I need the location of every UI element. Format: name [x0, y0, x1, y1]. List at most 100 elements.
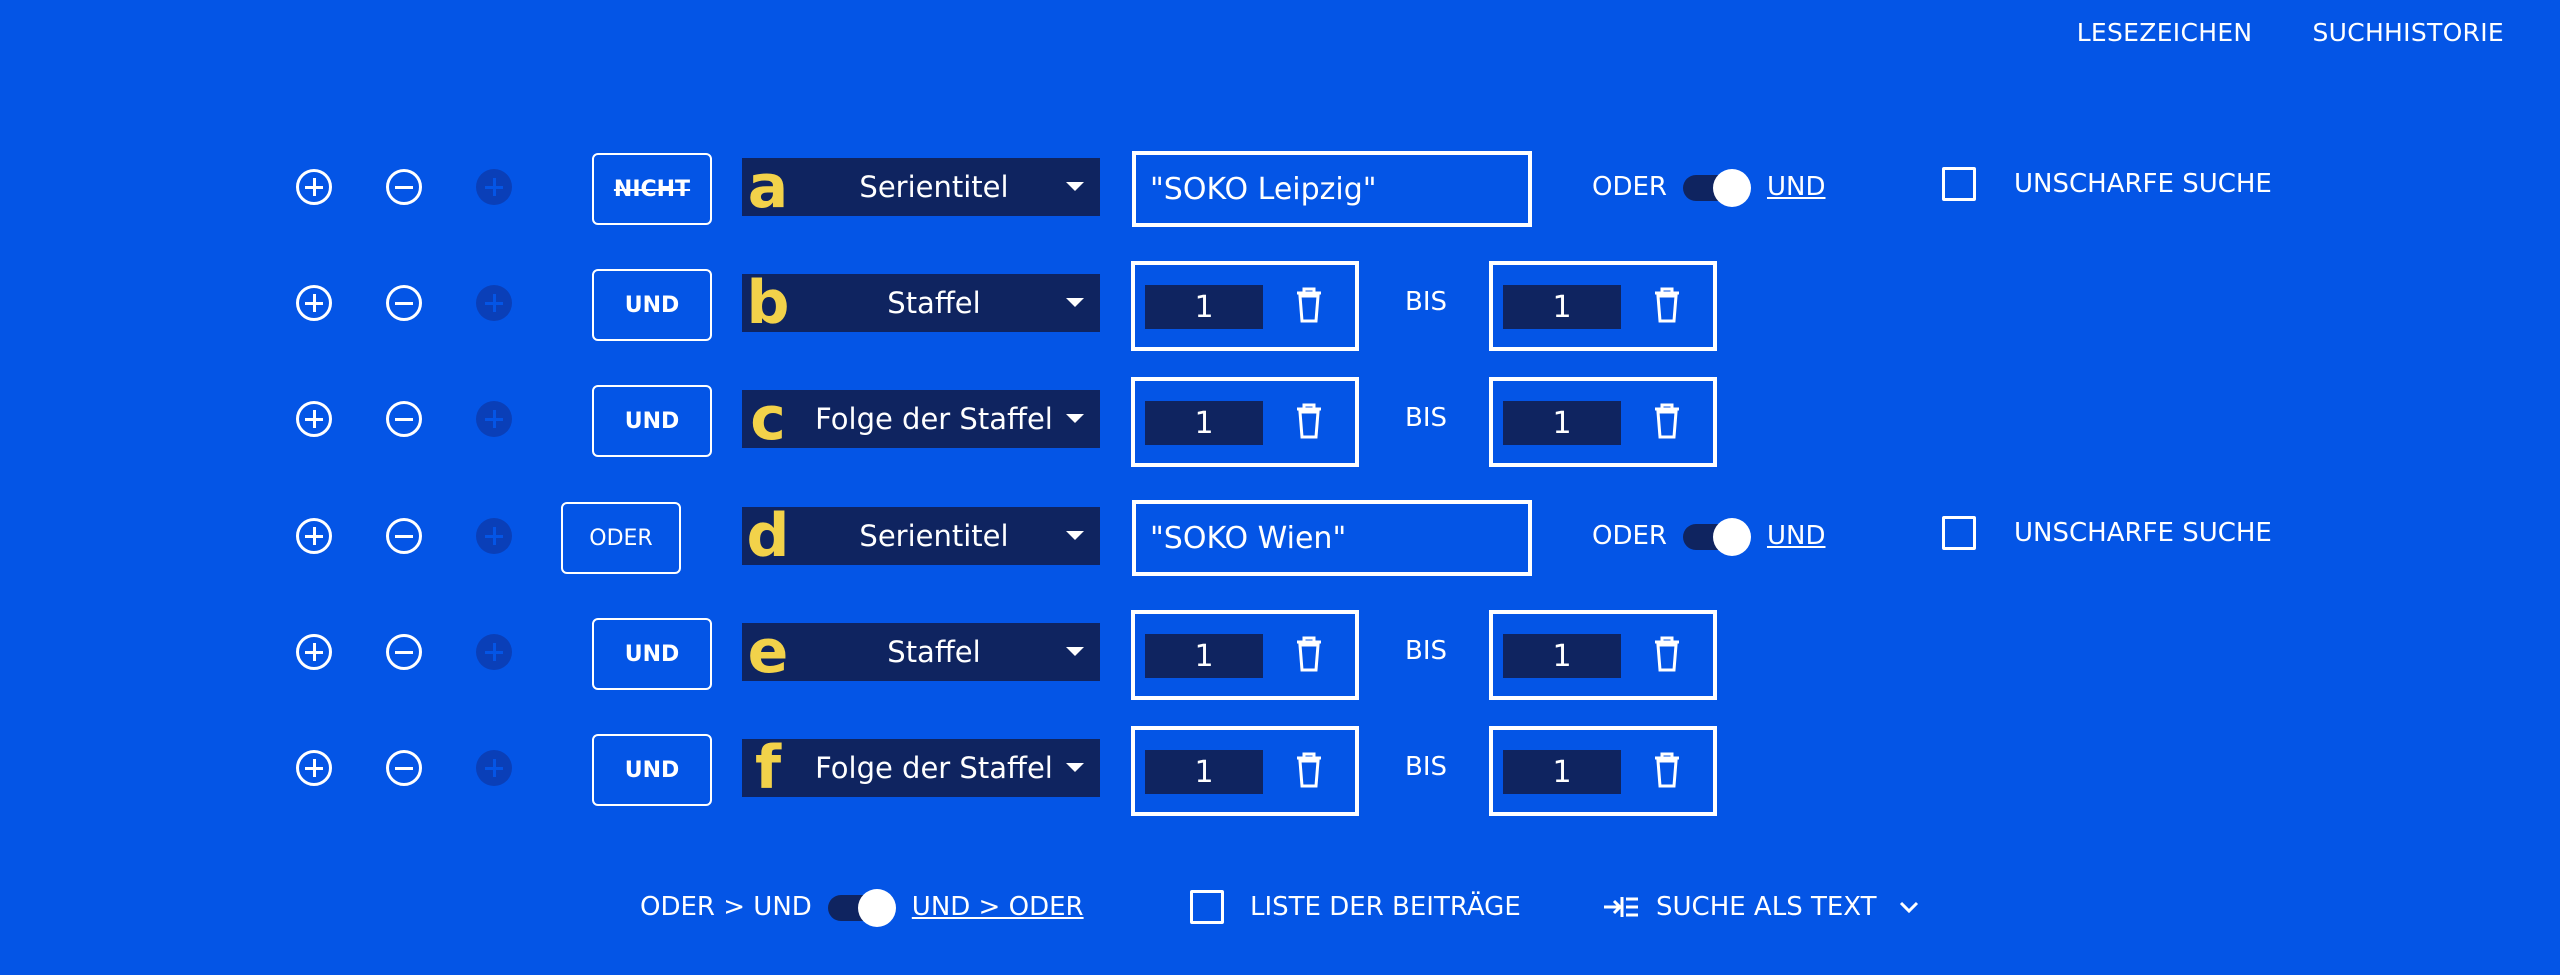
trash-icon[interactable] — [1295, 752, 1323, 788]
list-of-items-label: LISTE DER BEITRÄGE — [1250, 892, 1521, 922]
trash-icon[interactable] — [1295, 287, 1323, 323]
bookmarks-link[interactable]: LESEZEICHEN — [2077, 18, 2253, 47]
range-from-box: 1 — [1131, 377, 1359, 467]
and-or-switch[interactable] — [1682, 169, 1751, 207]
trash-icon[interactable] — [1295, 403, 1323, 439]
search-as-text-button[interactable]: SUCHE ALS TEXT — [1602, 882, 1919, 932]
search-history-link[interactable]: SUCHHISTORIE — [2312, 18, 2504, 47]
range-from-input[interactable]: 1 — [1145, 285, 1263, 329]
field-select[interactable]: d Serientitel — [742, 501, 1100, 571]
remove-row-button[interactable] — [386, 169, 422, 205]
and-or-toggle: ODER UND — [1592, 516, 1825, 556]
remove-row-button[interactable] — [386, 634, 422, 670]
field-select[interactable]: b Staffel — [742, 268, 1100, 338]
range-to-box: 1 — [1489, 377, 1717, 467]
range-separator: BIS — [1405, 403, 1448, 433]
fuzzy-search-label: UNSCHARFE SUCHE — [2014, 169, 2272, 199]
range-from-input[interactable]: 1 — [1145, 634, 1263, 678]
row-letter: f — [754, 733, 782, 803]
add-subgroup-button[interactable] — [476, 401, 512, 437]
list-of-items-checkbox[interactable] — [1190, 890, 1224, 924]
row-letter: e — [747, 617, 789, 687]
add-subgroup-button[interactable] — [476, 169, 512, 205]
toggle-label-off: ODER — [1592, 172, 1667, 202]
row-letter: d — [746, 501, 790, 571]
row-letter: b — [746, 268, 790, 338]
trash-icon[interactable] — [1653, 403, 1681, 439]
range-from-input[interactable]: 1 — [1145, 750, 1263, 794]
toggle-label-on[interactable]: UND — [1767, 172, 1826, 202]
and-or-switch[interactable] — [1682, 518, 1751, 556]
chevron-down-icon[interactable] — [1899, 900, 1919, 914]
query-row-e: UND e Staffel 1 BIS 1 — [0, 602, 2560, 702]
field-select-value: Folge der Staffel — [815, 402, 1053, 436]
remove-row-button[interactable] — [386, 518, 422, 554]
trash-icon[interactable] — [1295, 636, 1323, 672]
toggle-label-off: ODER — [1592, 521, 1667, 551]
field-select[interactable]: f Folge der Staffel — [742, 733, 1100, 803]
caret-down-icon — [1066, 531, 1084, 540]
fuzzy-search-checkbox[interactable] — [1942, 167, 1976, 201]
range-from-box: 1 — [1131, 610, 1359, 700]
range-from-box: 1 — [1131, 726, 1359, 816]
caret-down-icon — [1066, 182, 1084, 191]
range-to-input[interactable]: 1 — [1503, 634, 1621, 678]
add-row-button[interactable] — [296, 750, 332, 786]
caret-down-icon — [1066, 298, 1084, 307]
query-row-d: ODER d Serientitel "SOKO Wien" ODER UND … — [0, 486, 2560, 586]
add-row-button[interactable] — [296, 518, 332, 554]
caret-down-icon — [1066, 647, 1084, 656]
field-select[interactable]: a Serientitel — [742, 152, 1100, 222]
fuzzy-search-checkbox[interactable] — [1942, 516, 1976, 550]
row-letter: c — [750, 384, 786, 454]
top-navigation: LESEZEICHEN SUCHHISTORIE — [2077, 18, 2504, 47]
field-select-value: Serientitel — [859, 170, 1009, 204]
add-row-button[interactable] — [296, 634, 332, 670]
add-row-button[interactable] — [296, 169, 332, 205]
precedence-switch[interactable] — [827, 889, 896, 927]
remove-row-button[interactable] — [386, 750, 422, 786]
operator-button[interactable]: UND — [592, 269, 712, 341]
range-to-input[interactable]: 1 — [1503, 750, 1621, 794]
caret-down-icon — [1066, 414, 1084, 423]
precedence-label-on[interactable]: UND > ODER — [912, 892, 1084, 922]
fuzzy-search-option[interactable]: UNSCHARFE SUCHE — [1942, 167, 2272, 201]
operator-button[interactable]: UND — [592, 734, 712, 806]
field-select[interactable]: c Folge der Staffel — [742, 384, 1100, 454]
query-row-b: UND b Staffel 1 BIS 1 — [0, 253, 2560, 353]
trash-icon[interactable] — [1653, 287, 1681, 323]
operator-button[interactable]: NICHT — [592, 153, 712, 225]
field-select-value: Folge der Staffel — [815, 751, 1053, 785]
operator-button[interactable]: UND — [592, 385, 712, 457]
trash-icon[interactable] — [1653, 636, 1681, 672]
field-select-value: Serientitel — [859, 519, 1009, 553]
query-input[interactable]: "SOKO Leipzig" — [1132, 151, 1532, 227]
field-select[interactable]: e Staffel — [742, 617, 1100, 687]
add-row-button[interactable] — [296, 285, 332, 321]
toggle-label-on[interactable]: UND — [1767, 521, 1826, 551]
indent-icon — [1604, 897, 1638, 917]
operator-button[interactable]: UND — [592, 618, 712, 690]
add-subgroup-button[interactable] — [476, 285, 512, 321]
add-subgroup-button[interactable] — [476, 518, 512, 554]
fuzzy-search-label: UNSCHARFE SUCHE — [2014, 518, 2272, 548]
add-row-button[interactable] — [296, 401, 332, 437]
range-separator: BIS — [1405, 752, 1448, 782]
range-to-input[interactable]: 1 — [1503, 401, 1621, 445]
row-letter: a — [747, 152, 789, 222]
precedence-label-off: ODER > UND — [640, 892, 812, 922]
range-to-input[interactable]: 1 — [1503, 285, 1621, 329]
list-of-items-option[interactable]: LISTE DER BEITRÄGE — [1190, 890, 1521, 924]
range-to-box: 1 — [1489, 261, 1717, 351]
fuzzy-search-option[interactable]: UNSCHARFE SUCHE — [1942, 516, 2272, 550]
add-subgroup-button[interactable] — [476, 750, 512, 786]
add-subgroup-button[interactable] — [476, 634, 512, 670]
range-from-input[interactable]: 1 — [1145, 401, 1263, 445]
query-input[interactable]: "SOKO Wien" — [1132, 500, 1532, 576]
operator-button[interactable]: ODER — [561, 502, 681, 574]
trash-icon[interactable] — [1653, 752, 1681, 788]
field-select-value: Staffel — [887, 286, 981, 320]
remove-row-button[interactable] — [386, 401, 422, 437]
caret-down-icon — [1066, 763, 1084, 772]
remove-row-button[interactable] — [386, 285, 422, 321]
